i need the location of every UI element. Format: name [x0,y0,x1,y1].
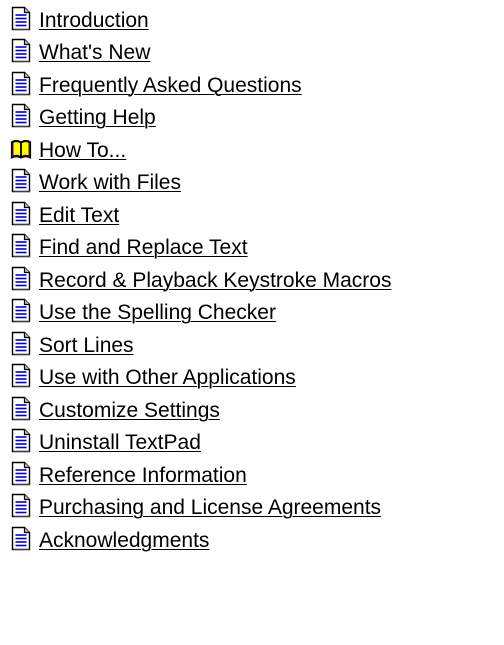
toc-link[interactable]: Reference Information [39,465,247,486]
toc-link[interactable]: Customize Settings [39,400,220,421]
document-icon [10,6,32,31]
toc-link[interactable]: Work with Files [39,172,181,193]
document-icon [10,493,32,518]
toc-item-spelling-checker[interactable]: Use the Spelling Checker [10,297,504,330]
document-icon [10,38,32,63]
document-icon [10,168,32,193]
toc-link[interactable]: Sort Lines [39,335,134,356]
toc-item-faq[interactable]: Frequently Asked Questions [10,69,504,102]
toc-item-how-to[interactable]: How To... [10,134,504,167]
toc-link[interactable]: Uninstall TextPad [39,432,201,453]
document-icon [10,71,32,96]
document-icon [10,298,32,323]
document-icon [10,266,32,291]
toc-item-edit-text[interactable]: Edit Text [10,199,504,232]
toc-link[interactable]: Edit Text [39,205,119,226]
toc-item-find-replace[interactable]: Find and Replace Text [10,232,504,265]
toc-link[interactable]: Record & Playback Keystroke Macros [39,270,391,291]
toc-item-acknowledgments[interactable]: Acknowledgments [10,524,504,557]
toc-item-other-applications[interactable]: Use with Other Applications [10,362,504,395]
toc-link[interactable]: Acknowledgments [39,530,209,551]
document-icon [10,461,32,486]
toc-item-keystroke-macros[interactable]: Record & Playback Keystroke Macros [10,264,504,297]
help-contents-list: Introduction What's New Frequently Asked… [0,0,504,557]
toc-link[interactable]: How To... [39,140,126,161]
toc-link[interactable]: Find and Replace Text [39,237,248,258]
open-book-icon [10,136,32,161]
toc-item-work-with-files[interactable]: Work with Files [10,167,504,200]
document-icon [10,428,32,453]
toc-item-uninstall[interactable]: Uninstall TextPad [10,427,504,460]
toc-item-introduction[interactable]: Introduction [10,4,504,37]
document-icon [10,526,32,551]
toc-item-getting-help[interactable]: Getting Help [10,102,504,135]
toc-item-whats-new[interactable]: What's New [10,37,504,70]
toc-item-purchasing-license[interactable]: Purchasing and License Agreements [10,492,504,525]
toc-link[interactable]: Introduction [39,10,149,31]
document-icon [10,331,32,356]
toc-item-customize-settings[interactable]: Customize Settings [10,394,504,427]
document-icon [10,103,32,128]
toc-link[interactable]: Purchasing and License Agreements [39,497,381,518]
document-icon [10,233,32,258]
toc-item-reference-information[interactable]: Reference Information [10,459,504,492]
toc-link[interactable]: Frequently Asked Questions [39,75,302,96]
toc-link[interactable]: Use with Other Applications [39,367,296,388]
toc-item-sort-lines[interactable]: Sort Lines [10,329,504,362]
document-icon [10,363,32,388]
document-icon [10,396,32,421]
toc-link[interactable]: Getting Help [39,107,156,128]
toc-link[interactable]: What's New [39,42,150,63]
document-icon [10,201,32,226]
toc-link[interactable]: Use the Spelling Checker [39,302,276,323]
